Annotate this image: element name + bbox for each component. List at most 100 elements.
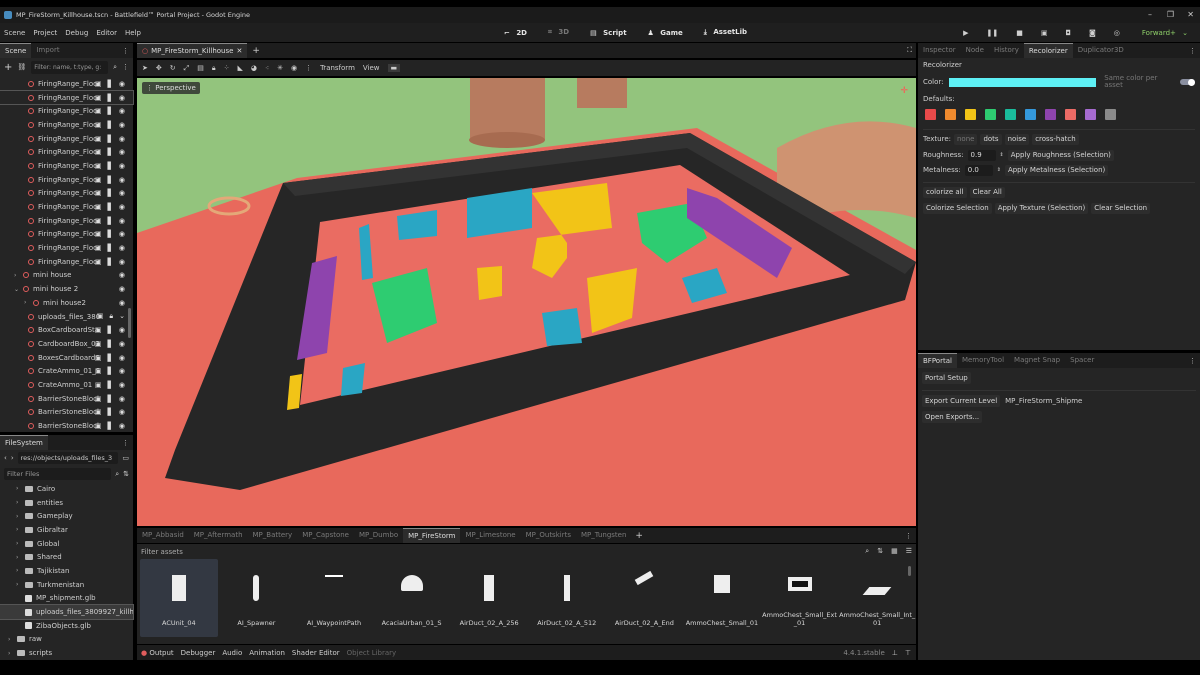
scene-tree-node[interactable]: CrateAmmo_01_St ▣ ▋ ◉ [0, 364, 133, 378]
lock-icon[interactable]: 🔒︎ [109, 312, 113, 321]
scene-filter-input[interactable]: Filter: name, t:type, g: [31, 60, 109, 74]
color-swatch[interactable] [1085, 109, 1096, 120]
asset-item[interactable]: AI_WaypointPath [295, 559, 373, 637]
filesystem-path-input[interactable]: res://objects/uploads_files_3 [17, 452, 119, 464]
expand-chevron-icon[interactable]: › [8, 636, 17, 643]
visibility-eye-icon[interactable]: ◉ [119, 395, 125, 403]
texture-none-button[interactable]: none [953, 134, 978, 145]
rotate-tool-icon[interactable]: ↻ [170, 64, 176, 72]
scene-tree-scrollbar[interactable] [128, 308, 131, 338]
visibility-eye-icon[interactable]: ◉ [119, 271, 125, 279]
asset-item[interactable]: AirDuct_02_A_512 [528, 559, 606, 637]
pin-icon[interactable]: ⊥ [892, 649, 898, 657]
scene-tree-node[interactable]: BarrierStoneBlock ▣ ▋ ◉ [0, 406, 133, 420]
visibility-eye-icon[interactable]: ◉ [119, 189, 125, 197]
dock-tab[interactable]: History [989, 43, 1024, 58]
asset-item[interactable]: AirDuct_02_A_256 [450, 559, 528, 637]
script-icon[interactable]: ▋ [108, 326, 113, 334]
script-icon[interactable]: ▋ [108, 230, 113, 238]
menu-help[interactable]: Help [121, 29, 145, 37]
bottom-tab[interactable]: Audio [222, 649, 242, 657]
file-item[interactable]: ZibaObjects.glb [0, 619, 133, 633]
environment-toggle-icon[interactable]: ◉ [291, 64, 297, 72]
visibility-eye-icon[interactable]: ◉ [119, 148, 125, 156]
sun-toggle-icon[interactable]: ✳ [277, 64, 283, 72]
color-swatch[interactable] [925, 109, 936, 120]
scene-instance-icon[interactable]: ▣ [95, 395, 102, 403]
script-icon[interactable]: ▋ [108, 135, 113, 143]
snap-icon[interactable]: ⁖ [265, 64, 269, 72]
scene-tree-node[interactable]: FiringRange_Floor ▣ ▋ ◉ [0, 145, 133, 159]
asset-filter-input[interactable]: Filter assets [141, 548, 261, 556]
back-icon[interactable]: ‹ [4, 454, 7, 462]
scene-instance-icon[interactable]: ▣ [95, 94, 102, 102]
folder-item[interactable]: › raw [0, 633, 133, 647]
scene-tree-node[interactable]: FiringRange_Floor ▣ ▋ ◉ [0, 159, 133, 173]
select-tool-icon[interactable]: ➤ [142, 64, 148, 72]
lock-icon[interactable]: 🔒︎ [212, 64, 216, 73]
asset-item[interactable]: AmmoChest_Small_01 [683, 559, 761, 637]
scene-tree-node[interactable]: FiringRange_Floor ▣ ▋ ◉ [0, 132, 133, 146]
scene-tree-node[interactable]: FiringRange_Floor ▣ ▋ ◉ [0, 89, 134, 106]
expand-chevron-icon[interactable]: › [16, 526, 25, 533]
scene-tree-node[interactable]: › mini house2 ◉ [0, 296, 133, 310]
expand-chevron-icon[interactable]: › [16, 581, 25, 588]
folder-item[interactable]: › entities [0, 496, 133, 510]
scene-tree-node[interactable]: BarrierStoneBlock ▣ ▋ ◉ [0, 419, 133, 433]
visibility-eye-icon[interactable]: ◉ [119, 135, 125, 143]
asset-tab[interactable]: MP_Battery [248, 528, 298, 543]
asset-scrollbar[interactable] [908, 566, 911, 576]
3d-viewport[interactable]: ⋮ Perspective ✛ [137, 78, 916, 526]
menu-scene[interactable]: Scene [0, 29, 29, 37]
asset-tab[interactable]: MP_Outskirts [521, 528, 576, 543]
forward-icon[interactable]: › [11, 454, 14, 462]
remote-debug-icon[interactable]: ▣ [1037, 29, 1052, 37]
bottom-tab[interactable]: Animation [249, 649, 285, 657]
asset-tab[interactable]: MP_Abbasid [137, 528, 189, 543]
color-swatch[interactable] [945, 109, 956, 120]
visibility-eye-icon[interactable]: ◉ [119, 340, 125, 348]
scene-instance-icon[interactable]: ▣ [95, 135, 102, 143]
portal-setup-button[interactable]: Portal Setup [922, 372, 971, 384]
folder-item[interactable]: › Gibraltar [0, 523, 133, 537]
asset-tab[interactable]: MP_Dumbo [354, 528, 403, 543]
view-menu[interactable]: View [363, 64, 380, 72]
scene-instance-icon[interactable]: ▣ [95, 107, 102, 115]
visibility-eye-icon[interactable]: ◉ [119, 354, 125, 362]
open-exports-button[interactable]: Open Exports... [922, 411, 983, 423]
file-item[interactable]: MP_shipment.glb [0, 592, 133, 606]
bottom-tab[interactable]: Shader Editor [292, 649, 340, 657]
visibility-eye-icon[interactable]: ◉ [119, 258, 125, 266]
scene-instance-icon[interactable]: ▣ [95, 258, 102, 266]
color-swatch[interactable] [1065, 109, 1076, 120]
bottom-tab[interactable]: Debugger [181, 649, 216, 657]
expand-chevron-icon[interactable]: › [16, 499, 25, 506]
color-swatch[interactable] [965, 109, 976, 120]
scene-options-icon[interactable]: ⋮ [122, 63, 129, 71]
folder-item[interactable]: › scripts [0, 646, 133, 660]
stop-icon[interactable]: ■ [1012, 29, 1027, 37]
asset-tabs-menu-icon[interactable]: ⋮ [905, 532, 916, 540]
scene-instance-icon[interactable]: ▣ [95, 367, 102, 375]
dock-menu-icon[interactable]: ⋮ [122, 47, 133, 55]
texture-crosshatch-button[interactable]: cross-hatch [1032, 134, 1079, 145]
visibility-eye-icon[interactable]: ◉ [119, 217, 125, 225]
folder-item[interactable]: › Gameplay [0, 509, 133, 523]
scene-tree-node[interactable]: uploads_files_380 ▣ 🔒︎ ⌄ [0, 310, 133, 324]
script-icon[interactable]: ▋ [108, 354, 113, 362]
visibility-eye-icon[interactable]: ◉ [119, 285, 125, 293]
script-icon[interactable]: ▋ [108, 176, 113, 184]
asset-tab[interactable]: MP_Aftermath [189, 528, 248, 543]
close-tab-icon[interactable]: ✕ [236, 44, 242, 59]
sort-icon[interactable]: ⇅ [123, 470, 129, 478]
expand-chevron-icon[interactable]: › [24, 299, 33, 306]
scene-tree-node[interactable]: FiringRange_Floor ▣ ▋ ◉ [0, 214, 133, 228]
script-icon[interactable]: ▋ [108, 203, 113, 211]
expand-chevron-icon[interactable]: › [16, 540, 25, 547]
menu-editor[interactable]: Editor [92, 29, 121, 37]
minimize-button[interactable]: – [1148, 7, 1152, 23]
dock-tab[interactable]: BFPortal [918, 353, 957, 368]
metalness-spinbox[interactable]: 0.0 [964, 165, 993, 176]
scene-tree-node[interactable]: BoxesCardboardS ▣ ▋ ◉ [0, 351, 133, 365]
dock-menu-icon[interactable]: ⋮ [1189, 357, 1200, 365]
